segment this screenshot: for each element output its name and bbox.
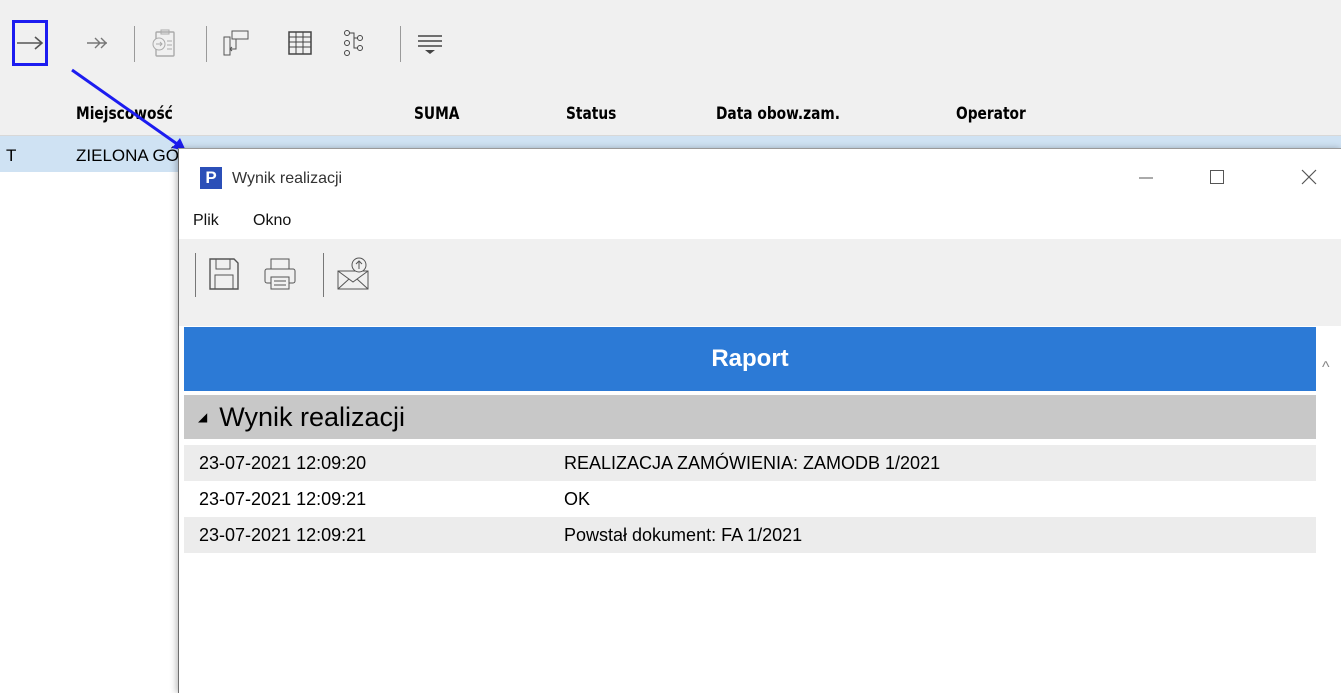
print-icon (264, 258, 296, 290)
save-icon (209, 258, 239, 290)
collapse-triangle-icon[interactable]: ◢ (198, 410, 207, 424)
row-date: 23-07-2021 12:09:21 (199, 524, 367, 545)
email-icon (337, 257, 369, 290)
minimize-icon (1139, 177, 1153, 179)
filter-lines-button[interactable] (412, 20, 448, 66)
tree-button[interactable] (336, 20, 372, 66)
main-toolbar (0, 0, 1341, 90)
column-header-suma[interactable]: SUMA (414, 104, 459, 124)
toolbar-divider (134, 26, 135, 62)
grid-header (0, 90, 1341, 136)
toolbar-divider (323, 253, 324, 297)
clipboard-button[interactable] (146, 20, 182, 66)
dialog-title: Wynik realizacji (232, 170, 343, 187)
column-header-data[interactable]: Data obow.zam. (716, 104, 840, 124)
grid-table-icon (288, 31, 312, 55)
report-header: Raport (184, 327, 1316, 391)
clipboard-arrow-icon (152, 29, 175, 57)
arrow-right-icon (17, 36, 44, 50)
menu-plik[interactable]: Plik (193, 212, 219, 230)
row-cell-fragment: T (6, 146, 17, 165)
toolbar-divider (400, 26, 401, 62)
table-row[interactable]: 23-07-2021 12:09:21 Powstał dokument: FA… (184, 517, 1316, 553)
maximize-button[interactable] (1187, 149, 1247, 205)
close-icon (1301, 169, 1317, 185)
grid-button[interactable] (282, 20, 318, 66)
scroll-up-icon[interactable]: ^ (1322, 359, 1330, 377)
double-arrow-button[interactable] (80, 20, 116, 66)
filter-lines-icon (418, 35, 442, 54)
result-dialog: P Wynik realizacji Plik Okno Raport ^ ◢ … (178, 148, 1341, 693)
double-arrow-right-icon (87, 37, 107, 49)
row-date: 23-07-2021 12:09:21 (199, 488, 367, 509)
table-row[interactable]: 23-07-2021 12:09:21 OK (184, 481, 1316, 517)
dialog-toolbar (179, 239, 1341, 326)
column-header-miejscowosc[interactable]: Miejscowość (76, 104, 173, 124)
dialog-titlebar[interactable]: P Wynik realizacji (179, 149, 1341, 205)
table-row[interactable]: 23-07-2021 12:09:20 REALIZACJA ZAMÓWIENI… (184, 445, 1316, 481)
row-date: 23-07-2021 12:09:20 (199, 452, 367, 473)
group-title: Wynik realizacji (219, 401, 406, 432)
toolbar-divider (206, 26, 207, 62)
minimize-button[interactable] (1116, 149, 1176, 205)
menu-bar: Plik Okno (179, 205, 1341, 239)
column-move-icon (223, 30, 249, 56)
menu-okno[interactable]: Okno (253, 212, 291, 230)
email-button[interactable] (333, 251, 375, 297)
next-arrow-button[interactable] (12, 20, 48, 66)
column-move-button[interactable] (218, 20, 254, 66)
column-header-status[interactable]: Status (566, 104, 616, 124)
row-message: OK (564, 488, 591, 509)
save-button[interactable] (203, 251, 245, 297)
app-logo: P (200, 167, 222, 189)
maximize-icon (1210, 170, 1224, 184)
row-message: REALIZACJA ZAMÓWIENIA: ZAMODB 1/2021 (564, 452, 941, 473)
close-button[interactable] (1279, 149, 1339, 205)
group-row[interactable]: ◢ Wynik realizacji (184, 395, 1316, 439)
tree-nodes-icon (344, 30, 363, 56)
row-message: Powstał dokument: FA 1/2021 (564, 524, 803, 545)
print-button[interactable] (259, 251, 301, 297)
toolbar-divider (195, 253, 196, 297)
column-header-operator[interactable]: Operator (956, 104, 1026, 124)
